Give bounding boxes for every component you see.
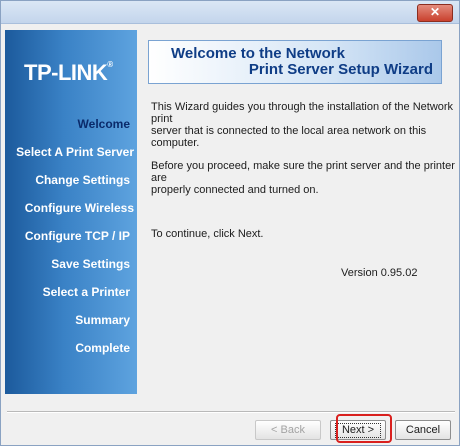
- step-configure-wireless: Configure Wireless: [24, 201, 134, 215]
- next-button-highlight: [336, 414, 392, 443]
- step-change-settings: Change Settings: [35, 173, 130, 187]
- step-welcome: Welcome: [77, 117, 130, 131]
- footer-separator: [7, 411, 455, 413]
- step-summary: Summary: [75, 313, 130, 327]
- version-label: Version 0.95.02: [341, 267, 418, 279]
- cancel-button-label: Cancel: [405, 424, 441, 436]
- intro-line2: server that is connected to the local ar…: [151, 125, 427, 149]
- wizard-steps: Welcome Select A Print Server Change Set…: [16, 110, 134, 362]
- back-button[interactable]: < Back: [255, 420, 321, 440]
- step-select-print-server: Select A Print Server: [16, 145, 134, 159]
- prereq-line1: Before you proceed, make sure the print …: [151, 160, 455, 184]
- back-button-label: < Back: [271, 424, 305, 436]
- continue-text: To continue, click Next.: [151, 228, 264, 240]
- title-bar: ✕: [1, 1, 459, 24]
- step-select-printer: Select a Printer: [42, 285, 130, 299]
- wizard-header: Welcome to the Network Print Server Setu…: [148, 40, 442, 84]
- step-save-settings: Save Settings: [51, 257, 130, 271]
- cancel-button[interactable]: Cancel: [395, 420, 451, 440]
- header-title-line2: Print Server Setup Wizard: [248, 61, 433, 78]
- step-configure-tcp-ip: Configure TCP / IP: [24, 229, 130, 243]
- wizard-sidebar: TP-LINK® Welcome Select A Print Server C…: [5, 30, 137, 394]
- close-button[interactable]: ✕: [417, 4, 453, 22]
- tp-link-logo: TP-LINK®: [24, 60, 113, 86]
- prereq-line2: properly connected and turned on.: [151, 184, 319, 196]
- step-complete: Complete: [75, 341, 130, 355]
- wizard-window: ✕ TP-LINK® Welcome Select A Print Server…: [0, 0, 460, 446]
- header-title-line1: Welcome to the Network: [171, 45, 345, 62]
- logo-mark: ®: [107, 60, 113, 69]
- logo-text: TP-LINK: [24, 60, 108, 85]
- prereq-paragraph: Before you proceed, make sure the print …: [151, 160, 459, 196]
- intro-paragraph: This Wizard guides you through the insta…: [151, 101, 459, 149]
- intro-line1: This Wizard guides you through the insta…: [151, 101, 454, 125]
